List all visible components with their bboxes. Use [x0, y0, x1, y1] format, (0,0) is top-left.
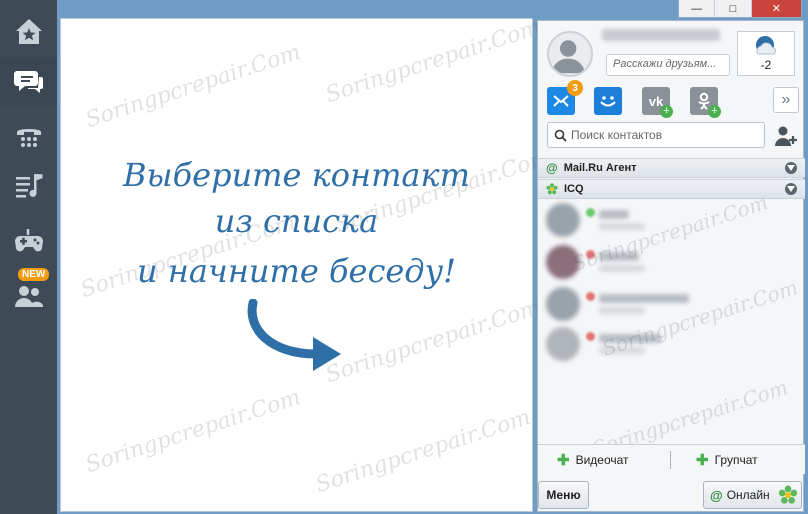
contact-name-blurred [599, 294, 689, 303]
avatar[interactable] [547, 31, 593, 77]
chat-area: Soringpcrepair.Com Soringpcrepair.Com So… [60, 15, 554, 512]
status-label: Онлайн [726, 488, 770, 502]
contact-name-blurred [599, 210, 629, 219]
contact-name-blurred [599, 252, 639, 261]
home-star-icon [15, 19, 42, 44]
more-services-button[interactable]: » [773, 87, 799, 113]
watermark: Soringpcrepair.Com [82, 384, 304, 479]
group-label: ICQ [564, 183, 584, 195]
sidebar: NEW [0, 0, 57, 514]
watermark: Soringpcrepair.Com [82, 39, 304, 134]
contact-row[interactable] [542, 325, 800, 363]
curved-arrow-icon [247, 299, 341, 371]
mail-service-button[interactable]: 3 [547, 80, 583, 115]
sidebar-item-home[interactable] [0, 8, 57, 56]
contact-status-blurred [599, 265, 645, 272]
contact-avatar [546, 245, 580, 279]
search-box[interactable] [547, 122, 765, 148]
group-icq[interactable]: ICQ [538, 179, 805, 199]
prompt-line-3: и начните беседу! [136, 252, 456, 290]
chevron-down-icon[interactable] [785, 183, 797, 195]
search-icon [554, 129, 567, 142]
prompt-line-2: из списка [214, 202, 379, 240]
new-badge: NEW [18, 268, 50, 281]
window-controls: — □ ✕ [678, 0, 802, 18]
add-icon: + [660, 105, 673, 118]
at-icon: @ [710, 487, 723, 503]
watermark: Soringpcrepair.Com [322, 14, 544, 109]
weather-temperature: -2 [760, 58, 772, 72]
chat-icon [13, 71, 43, 93]
vk-service-button[interactable]: vk + [642, 87, 673, 118]
music-icon [15, 174, 42, 198]
weather-cloud-icon [756, 36, 776, 55]
offline-status-icon [586, 331, 595, 341]
contact-avatar [546, 203, 580, 237]
contact-avatar [546, 287, 580, 321]
icq-flower-icon [546, 183, 558, 195]
user-silhouette-icon [551, 40, 585, 74]
bottom-action-bar: ✚ Видеочат ✚ Групчат [538, 444, 805, 474]
sidebar-item-games[interactable] [0, 217, 57, 265]
contacts-panel: Расскажи друзьям... -2 3 vk + + » Поиск … [537, 20, 805, 512]
sidebar-item-calls[interactable] [0, 112, 57, 160]
prompt-line-1: Выберите контакт [123, 156, 470, 194]
mymail-service-button[interactable] [594, 87, 622, 115]
watermark: Soringpcrepair.Com [322, 294, 544, 389]
icq-flower-icon [778, 485, 798, 504]
minimize-button[interactable]: — [679, 0, 716, 17]
contact-status-blurred [599, 347, 645, 354]
menu-button[interactable]: Меню [538, 481, 589, 509]
profile-header: Расскажи друзьям... -2 [538, 21, 805, 81]
plus-icon: ✚ [557, 452, 570, 469]
contact-row[interactable] [542, 243, 800, 281]
username-blurred [602, 29, 720, 41]
plus-icon: ✚ [696, 452, 709, 469]
offline-status-icon [586, 249, 595, 259]
videochat-button[interactable]: ✚ Видеочат [557, 451, 629, 469]
phone-icon [16, 129, 41, 147]
mail-count-badge: 3 [567, 80, 583, 96]
contact-status-blurred [599, 307, 645, 314]
sidebar-item-chats[interactable] [0, 57, 57, 105]
online-status-icon [586, 207, 595, 217]
mail-icon [553, 95, 569, 107]
service-icons: 3 vk + + [547, 80, 805, 118]
divider [670, 451, 671, 469]
sidebar-item-new[interactable]: NEW [0, 266, 57, 314]
gamepad-icon [14, 229, 43, 252]
group-label: Mail.Ru Агент [563, 162, 637, 174]
maximize-button[interactable]: □ [715, 0, 752, 17]
groupchat-button[interactable]: ✚ Групчат [696, 451, 758, 469]
contact-name-blurred [599, 334, 661, 343]
smile-icon [600, 96, 616, 107]
contact-row[interactable] [542, 201, 800, 239]
status-message-input[interactable]: Расскажи друзьям... [606, 54, 730, 76]
search-input[interactable] [571, 128, 751, 142]
chevron-down-icon[interactable] [785, 162, 797, 174]
sidebar-item-music[interactable] [0, 161, 57, 209]
contact-row[interactable] [542, 285, 800, 323]
close-button[interactable]: ✕ [751, 0, 801, 17]
contact-avatar [546, 327, 580, 361]
add-icon: + [708, 105, 721, 118]
people-icon [14, 286, 43, 307]
status-button[interactable]: @ Онлайн [703, 481, 802, 509]
groupchat-label: Групчат [714, 453, 758, 467]
group-mailru-agent[interactable]: @ Mail.Ru Агент [538, 158, 805, 178]
contact-status-blurred [599, 223, 645, 230]
videochat-label: Видеочат [575, 453, 629, 467]
ok-service-button[interactable]: + [690, 87, 721, 118]
add-contact-icon[interactable] [774, 124, 798, 148]
at-icon: @ [546, 161, 558, 175]
watermark: Soringpcrepair.Com [312, 404, 534, 499]
weather-widget[interactable]: -2 [737, 31, 795, 76]
offline-status-icon [586, 291, 595, 301]
